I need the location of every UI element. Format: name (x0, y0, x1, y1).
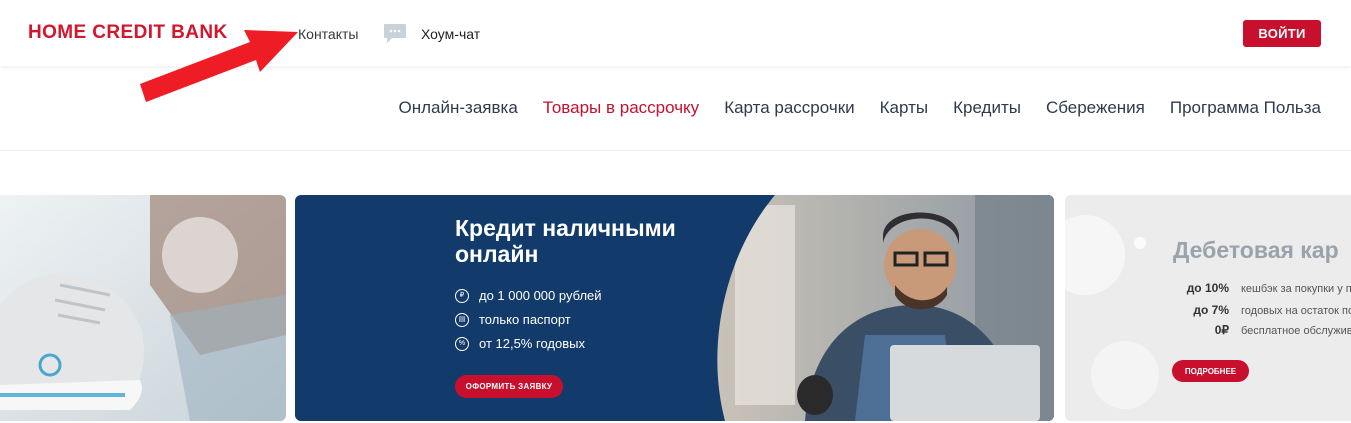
chat-icon[interactable] (383, 23, 407, 44)
benefit-value: до 10% (1186, 281, 1229, 295)
benefit-text: бесплатное обслужива (1241, 325, 1351, 337)
nav-item-installment-goods[interactable]: Товары в рассрочку (543, 98, 699, 118)
chat-link[interactable]: Хоум-чат (421, 26, 480, 42)
sneakers-image (0, 195, 286, 421)
man-with-laptop-photo (717, 195, 1054, 421)
benefit-row: 0₽ бесплатное обслужива (1169, 323, 1351, 337)
promo-slide-debit-card[interactable]: Дебетовая кар до 10% кешбэк за покупки у … (1065, 195, 1351, 421)
feature-text: до 1 000 000 рублей (479, 288, 602, 303)
benefit-value: 0₽ (1214, 323, 1229, 337)
login-button[interactable]: ВОЙТИ (1243, 20, 1321, 47)
feature-row: ₽ до 1 000 000 рублей (455, 288, 602, 303)
ruble-icon: ₽ (455, 288, 469, 303)
feature-row: % от 12,5% годовых (455, 336, 585, 351)
red-arrow-annotation-icon (140, 30, 298, 102)
main-nav: Онлайн-заявка Товары в рассрочку Карта р… (399, 98, 1322, 118)
benefit-text: кешбэк за покупки у п (1241, 283, 1351, 295)
feature-row: ▤ только паспорт (455, 312, 571, 327)
contacts-link[interactable]: Контакты (298, 26, 358, 42)
nav-item-installment-card[interactable]: Карта рассрочки (724, 98, 854, 118)
nav-item-savings[interactable]: Сбережения (1046, 98, 1145, 118)
nav-item-cards[interactable]: Карты (880, 98, 928, 118)
benefit-text: годовых на остаток по (1241, 305, 1351, 317)
nav-item-credits[interactable]: Кредиты (953, 98, 1021, 118)
passport-icon: ▤ (455, 312, 469, 327)
feature-text: только паспорт (479, 312, 571, 327)
nav-item-polza-program[interactable]: Программа Польза (1170, 98, 1321, 118)
apply-button[interactable]: ОФОРМИТЬ ЗАЯВКУ (455, 375, 563, 398)
percent-icon: % (455, 336, 469, 351)
nav-divider (0, 150, 1351, 151)
slide-title: Кредит наличными онлайн (455, 215, 676, 267)
benefit-row: до 7% годовых на остаток по (1169, 303, 1351, 317)
promo-slide-cash-credit[interactable]: Кредит наличными онлайн ₽ до 1 000 000 р… (295, 195, 1054, 421)
benefit-row: до 10% кешбэк за покупки у п (1169, 281, 1351, 295)
promo-slide-left[interactable] (0, 195, 286, 421)
nav-item-online-application[interactable]: Онлайн-заявка (399, 98, 518, 118)
more-details-button[interactable]: ПОДРОБНЕЕ (1172, 360, 1249, 382)
slide-title: Дебетовая кар (1173, 237, 1339, 263)
feature-text: от 12,5% годовых (479, 336, 585, 351)
benefit-value: до 7% (1193, 303, 1229, 317)
